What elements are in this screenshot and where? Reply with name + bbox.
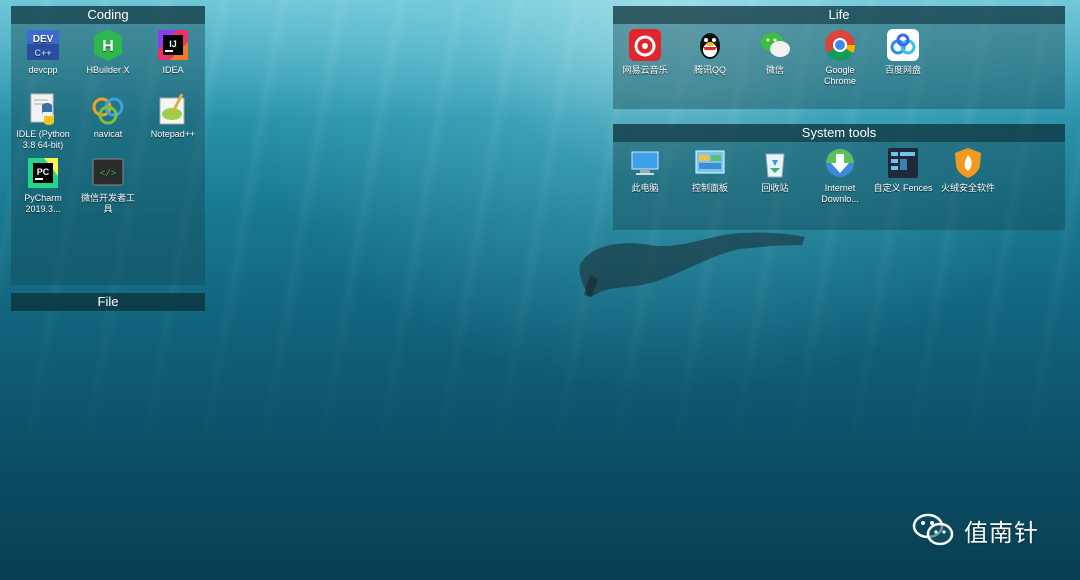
idm-icon: [826, 149, 854, 177]
desktop-icon-label: 微信开发者工具: [80, 193, 135, 214]
devcpp-icon: DEV C++: [27, 30, 59, 60]
watermark-text: 值南针: [964, 519, 1039, 547]
desktop-icon-pycharm[interactable]: PC PyCharm 2019.3...: [11, 156, 75, 215]
huorong-icon: [955, 148, 981, 178]
desktop-icon-label: 腾讯QQ: [693, 65, 726, 75]
desktop-icon-control-panel[interactable]: 控制面板: [678, 146, 742, 194]
wechat-devtools-icon: </>: [92, 158, 124, 186]
desktop-icon-hbuilder[interactable]: H HBuilder X: [76, 28, 140, 76]
desktop-icon-baidu-netdisk[interactable]: 百度网盘: [871, 28, 935, 76]
desktop-icon-devcpp[interactable]: DEV C++ devcpp: [11, 28, 75, 76]
desktop-icon-idle[interactable]: IDLE (Python 3.8 64-bit): [11, 92, 75, 151]
recycle-bin-icon: [765, 153, 785, 178]
netease-music-icon: [629, 29, 661, 61]
fence-file[interactable]: File: [11, 293, 205, 311]
desktop-icon-huorong[interactable]: 火绒安全软件: [936, 146, 1000, 194]
desktop-icon-notepadpp[interactable]: Notepad++: [141, 92, 205, 140]
desktop-icon-label: Google Chrome: [823, 65, 856, 86]
notepadpp-icon: [159, 93, 185, 125]
fence-title-life[interactable]: Life: [613, 6, 1065, 24]
desktop-icon-idea[interactable]: IJ IDEA: [141, 28, 205, 76]
wechat-logo-icon: [912, 513, 954, 546]
chrome-icon: [825, 30, 856, 61]
desktop-icon-label: 此电脑: [631, 183, 659, 193]
desktop-icon-label: HBuilder X: [86, 65, 130, 75]
desktop-icon-this-pc[interactable]: 此电脑: [613, 146, 677, 194]
desktop-icon-netease-music[interactable]: 网易云音乐: [613, 28, 677, 76]
desktop-icon-wechat-devtools[interactable]: </> 微信开发者工具: [76, 156, 140, 215]
idea-icon: IJ: [158, 30, 188, 60]
fence-coding[interactable]: Coding DEV C++ devcpp H HBuilder X IJ ID…: [11, 6, 205, 285]
desktop-icon-label: IDEA: [162, 65, 184, 75]
this-pc-icon: [631, 151, 659, 175]
navicat-icon: [92, 97, 124, 125]
wechat-watermark: 值南针: [912, 511, 1039, 549]
control-panel-icon: [695, 150, 725, 174]
python-idle-icon: [30, 93, 54, 125]
desktop-icon-label: Internet Downlo...: [821, 183, 859, 204]
desktop-icon-label: 百度网盘: [884, 65, 921, 75]
desktop-icon-label: 火绒安全软件: [940, 183, 995, 193]
desktop-icon-idm[interactable]: Internet Downlo...: [808, 146, 872, 205]
wechat-icon: [761, 33, 790, 57]
desktop-icon-qq[interactable]: 腾讯QQ: [678, 28, 742, 76]
desktop-icon-label: PyCharm 2019.3...: [24, 193, 62, 214]
svg-text:</>: </>: [100, 169, 116, 179]
desktop-icon-label: IDLE (Python 3.8 64-bit): [16, 129, 70, 150]
desktop-icon-label: Notepad++: [150, 129, 196, 139]
desktop-icon-recycle-bin[interactable]: 回收站: [743, 146, 807, 194]
pycharm-icon: PC: [28, 158, 58, 188]
fence-title-coding[interactable]: Coding: [11, 6, 205, 24]
fences-icon: [888, 148, 918, 178]
desktop-icon-label: 网易云音乐: [622, 65, 668, 75]
desktop-icon-chrome[interactable]: Google Chrome: [808, 28, 872, 87]
fence-life[interactable]: Life 网易云音乐 腾讯QQ 微信 Google Chrome 百度网盘: [613, 6, 1065, 109]
hbuilder-icon: H: [94, 29, 122, 61]
desktop-icon-label: devcpp: [28, 65, 58, 75]
desktop-icon-wechat[interactable]: 微信: [743, 28, 807, 76]
desktop-icon-fences[interactable]: 自定义 Fences: [871, 146, 935, 194]
desktop-icon-label: 控制面板: [691, 183, 728, 193]
svg-text:H: H: [102, 38, 114, 55]
svg-text:DEV: DEV: [33, 34, 54, 45]
fence-title-system-tools[interactable]: System tools: [613, 124, 1065, 142]
desktop-icon-label: 微信: [765, 65, 784, 75]
fence-title-file[interactable]: File: [11, 293, 205, 311]
svg-text:C++: C++: [34, 48, 51, 58]
svg-text:PC: PC: [37, 167, 50, 177]
svg-text:IJ: IJ: [169, 39, 177, 49]
desktop-icon-label: 回收站: [761, 183, 789, 193]
desktop-icon-label: 自定义 Fences: [873, 183, 933, 193]
fence-system-tools[interactable]: System tools 此电脑 控制面板 回收站 Internet Downl…: [613, 124, 1065, 230]
qq-icon: [700, 33, 720, 59]
desktop-icon-label: navicat: [93, 129, 123, 139]
desktop-icon-navicat[interactable]: navicat: [76, 92, 140, 140]
baidu-netdisk-icon: [887, 29, 919, 61]
